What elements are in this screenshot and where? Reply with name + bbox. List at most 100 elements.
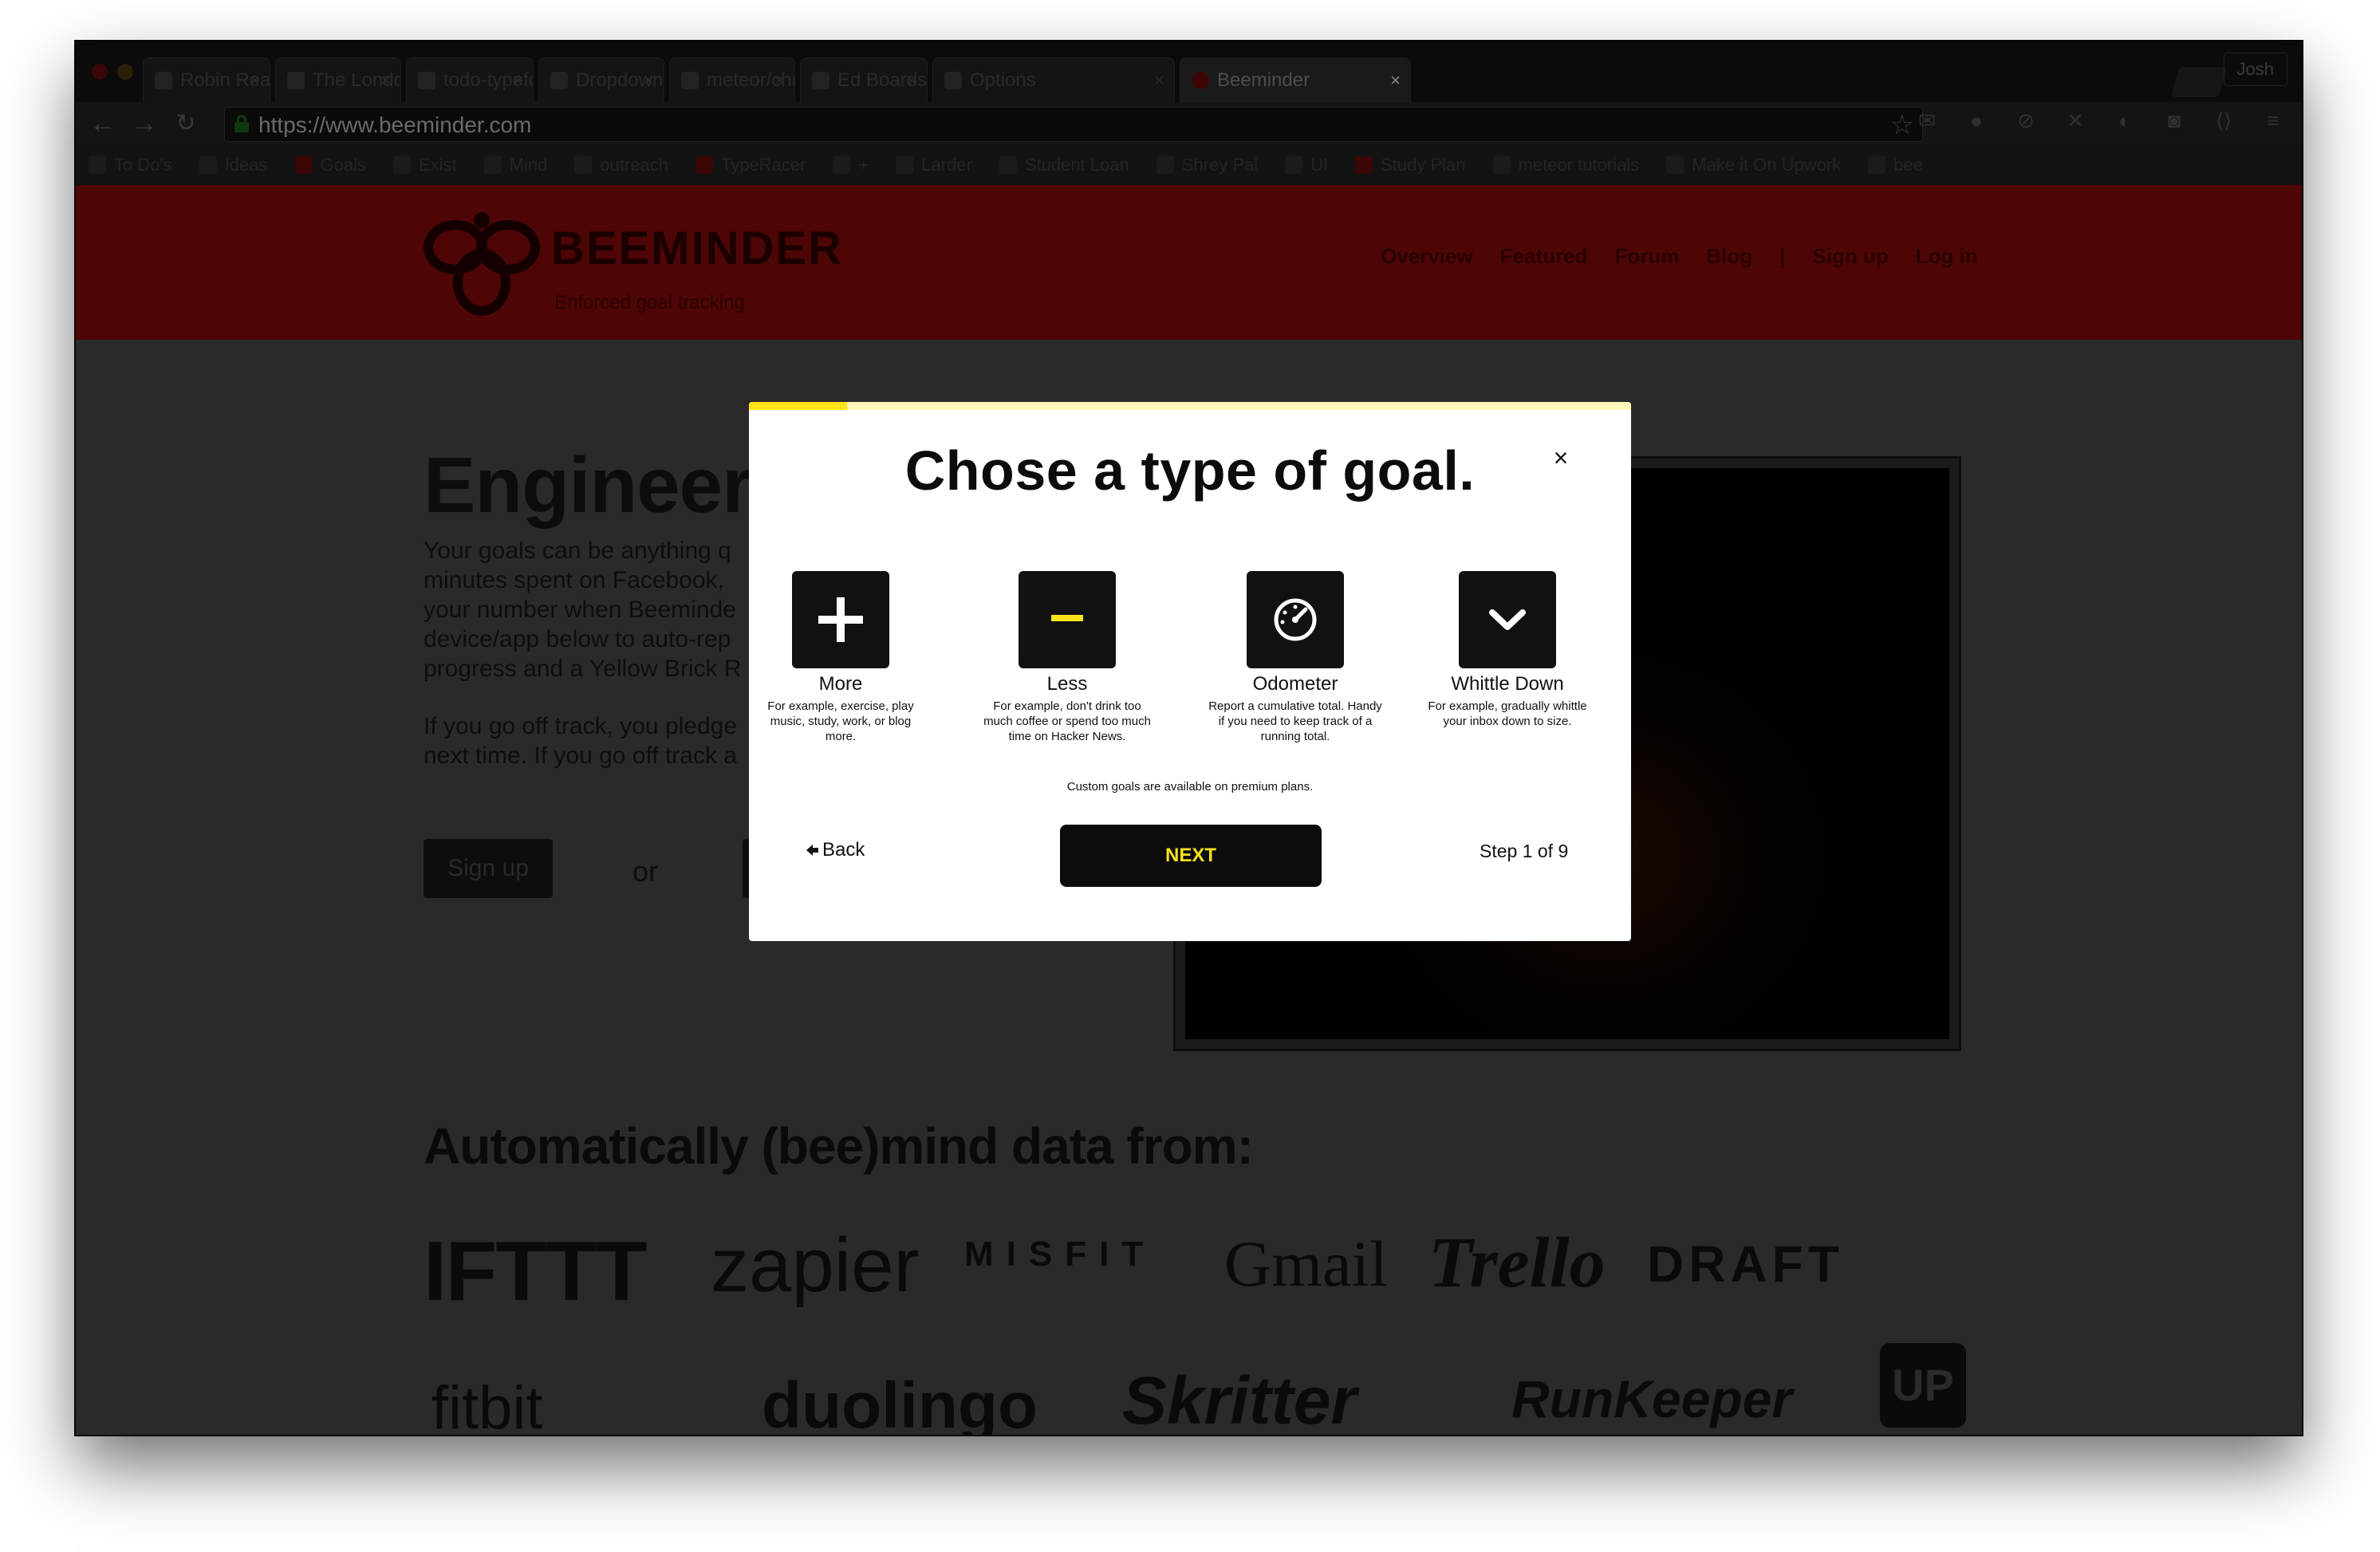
profile-button[interactable]: Josh: [2223, 53, 2287, 86]
reload-icon[interactable]: ↻: [170, 108, 202, 139]
bookmark-folder[interactable]: outreach: [574, 155, 668, 175]
bookmark-folder[interactable]: meteor tutorials: [1492, 155, 1640, 175]
close-tab-icon[interactable]: ×: [774, 70, 785, 91]
zapier-logo[interactable]: zapier: [711, 1222, 919, 1310]
close-tab-icon[interactable]: ×: [513, 70, 523, 91]
close-tab-icon[interactable]: ×: [250, 70, 260, 91]
extension-icon[interactable]: ●: [1960, 104, 1993, 137]
mail-extension-icon[interactable]: ✉: [1910, 104, 1944, 137]
code-extension-icon[interactable]: ⟨⟩: [2207, 104, 2240, 137]
bookmark-label: Student Loan: [1024, 155, 1129, 175]
bee-logo-icon: [424, 212, 540, 316]
close-window-button[interactable]: [92, 64, 108, 80]
fitbit-logo[interactable]: fitbit: [431, 1373, 542, 1435]
trello-logo[interactable]: Trello: [1428, 1222, 1606, 1304]
bookmark-label: UI: [1310, 155, 1329, 175]
extension-icon[interactable]: ◐: [2108, 104, 2142, 137]
minimize-window-button[interactable]: [117, 64, 133, 80]
bookmark-label: Mind: [509, 155, 548, 175]
bookmark-item[interactable]: TypeRacer: [695, 155, 806, 175]
goal-option-odometer[interactable]: Odometer Report a cumulative total. Hand…: [1204, 571, 1387, 744]
bookmark-item[interactable]: Ideas: [199, 155, 268, 175]
bookmark-label: Ideas: [224, 155, 268, 175]
nav-overview[interactable]: Overview: [1381, 244, 1473, 269]
ifttt-logo[interactable]: IFTTT: [424, 1223, 647, 1320]
chevron-down-icon: [1459, 571, 1556, 668]
close-tab-icon[interactable]: ×: [644, 70, 654, 91]
browser-tab[interactable]: The London Undergr ×: [275, 57, 401, 102]
folder-icon: [1492, 156, 1511, 174]
nav-featured[interactable]: Featured: [1500, 244, 1588, 269]
browser-tab[interactable]: Dropdown ×: [538, 57, 664, 102]
close-tab-icon[interactable]: ×: [1390, 70, 1401, 91]
bookmark-icon: [392, 156, 411, 174]
draft-logo[interactable]: DRAFT: [1647, 1235, 1844, 1294]
bookmark-folder[interactable]: bee: [1868, 155, 1923, 175]
skritter-logo[interactable]: Skritter: [1122, 1362, 1357, 1435]
document-icon: [833, 156, 851, 174]
goal-option-more[interactable]: More For example, exercise, play music, …: [749, 571, 932, 744]
ux-extension-icon[interactable]: ✕: [2059, 104, 2092, 137]
bookmark-label: bee: [1893, 155, 1923, 175]
back-button[interactable]: Back: [806, 839, 865, 861]
bookmark-label: Larder: [921, 155, 972, 175]
site-logo-text[interactable]: BEEMINDER: [551, 222, 843, 275]
bookmark-icon: [896, 156, 914, 174]
runkeeper-logo[interactable]: RunKeeper: [1511, 1369, 1792, 1429]
close-tab-icon[interactable]: ×: [380, 70, 391, 91]
bookmark-item[interactable]: Goals: [294, 155, 366, 175]
bookmark-item[interactable]: Mind: [483, 155, 548, 175]
bookmark-item[interactable]: Make it On Upwork: [1666, 155, 1841, 175]
bookmark-icon: [483, 156, 502, 174]
menu-icon[interactable]: ≡: [2256, 104, 2290, 137]
close-tab-icon[interactable]: ×: [1154, 70, 1164, 91]
camera-extension-icon[interactable]: ◙: [2157, 104, 2191, 137]
bookmark-item[interactable]: Shrey Pal: [1156, 155, 1258, 175]
hero-sign-up-button[interactable]: Sign up: [424, 839, 553, 898]
jawbone-up-logo[interactable]: UP: [1880, 1343, 1966, 1428]
browser-tab-active[interactable]: Beeminder ×: [1180, 57, 1411, 102]
new-tab-button[interactable]: [2170, 67, 2228, 97]
site-tagline: Enforced goal tracking: [554, 292, 745, 313]
nav-forum[interactable]: Forum: [1614, 244, 1679, 269]
close-modal-button[interactable]: ×: [1547, 443, 1575, 472]
bookmark-item[interactable]: +: [833, 155, 869, 175]
address-bar[interactable]: https://www.beeminder.com ☆: [224, 107, 1923, 142]
goal-option-less[interactable]: Less For example, don't drink too much c…: [975, 571, 1159, 744]
url-text[interactable]: https://www.beeminder.com: [258, 112, 531, 138]
tab-favicon-icon: [944, 71, 962, 89]
bookmark-item[interactable]: UI: [1285, 155, 1328, 175]
goal-option-whittle-down[interactable]: Whittle Down For example, gradually whit…: [1416, 571, 1599, 729]
site-header: BEEMINDER Enforced goal tracking Overvie…: [76, 185, 2302, 340]
premium-note: Custom goals are available on premium pl…: [1066, 780, 1314, 794]
bookmark-item[interactable]: Student Loan: [999, 155, 1129, 175]
bookmark-icon: [199, 156, 217, 174]
back-label: Back: [822, 839, 865, 861]
forward-arrow-icon[interactable]: →: [128, 108, 160, 139]
bookmark-label: meteor tutorials: [1518, 155, 1640, 175]
bookmark-item[interactable]: Exist: [392, 155, 457, 175]
nav-log-in[interactable]: Log in: [1916, 244, 1978, 269]
nav-separator: |: [1779, 244, 1786, 268]
bookmark-item[interactable]: Study Plan: [1355, 155, 1466, 175]
gmail-logo[interactable]: Gmail: [1224, 1227, 1388, 1302]
close-tab-icon[interactable]: ×: [907, 70, 917, 91]
browser-tab[interactable]: meteor/chromatic ×: [669, 57, 795, 102]
nav-blog[interactable]: Blog: [1706, 244, 1752, 269]
nav-sign-up[interactable]: Sign up: [1812, 244, 1888, 269]
misfit-logo[interactable]: MISFIT: [964, 1235, 1156, 1274]
browser-tab[interactable]: todo-typeform-as ×: [406, 57, 534, 102]
next-button[interactable]: NEXT: [1060, 825, 1322, 887]
extension-icon[interactable]: ⊘: [2009, 104, 2043, 137]
bookmark-item[interactable]: To Do's: [89, 155, 172, 175]
goal-option-description: For example, gradually whittle your inbo…: [1428, 699, 1587, 728]
duolingo-logo[interactable]: duolingo: [762, 1369, 1038, 1435]
browser-tab[interactable]: Ed Boards - black a ×: [800, 57, 928, 102]
browser-tab[interactable]: Options ×: [932, 57, 1175, 102]
site-nav: Overview Featured Forum Blog | Sign up L…: [1381, 244, 1978, 269]
browser-tab[interactable]: Robin Reading in da ×: [143, 57, 270, 102]
bookmark-icon: [1285, 156, 1303, 174]
bookmark-item[interactable]: Larder: [896, 155, 972, 175]
back-arrow-icon[interactable]: ←: [87, 108, 119, 139]
beeminder-favicon-icon: [1192, 71, 1209, 89]
